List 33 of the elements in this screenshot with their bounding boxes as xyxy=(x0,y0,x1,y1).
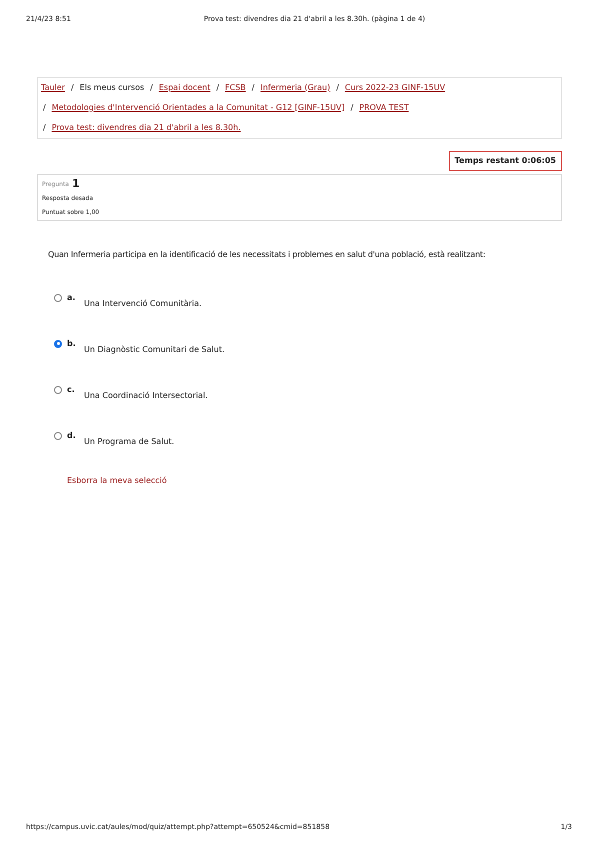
breadcrumb-link[interactable]: Tauler xyxy=(41,82,65,94)
breadcrumb-separator: / xyxy=(335,82,340,94)
clear-selection-link[interactable]: Esborra la meva selecció xyxy=(67,474,167,486)
time-remaining: Temps restant 0:06:05 xyxy=(448,150,562,170)
option-letter: b. xyxy=(67,340,77,348)
breadcrumb-link[interactable]: PROVA TEST xyxy=(359,102,409,114)
breadcrumb-separator: / xyxy=(350,102,354,114)
option-letter: c. xyxy=(67,386,76,394)
breadcrumb-separator: / xyxy=(42,102,47,114)
radio-button[interactable] xyxy=(54,386,62,394)
breadcrumb-link[interactable]: Infermeria (Grau) xyxy=(260,82,330,94)
breadcrumb-link[interactable]: Metodologies d'Intervenció Orientades a la Comunitat - G12 [GINF-15UV] xyxy=(52,102,345,114)
breadcrumb-link[interactable]: Prova test: divendres dia 21 d'abril a les 8.30h. xyxy=(52,122,241,134)
breadcrumb-separator: / xyxy=(215,82,220,94)
option-text: Una Coordinació Intersectorial. xyxy=(84,390,208,402)
breadcrumb-separator: / xyxy=(250,82,256,94)
option-text: Un Diagnòstic Comunitari de Salut. xyxy=(84,344,224,356)
breadcrumb-link[interactable]: Espai docent xyxy=(158,82,210,94)
breadcrumb-link[interactable]: Curs 2022-23 GINF-15UV xyxy=(344,82,446,94)
option-letter: a. xyxy=(67,294,76,302)
breadcrumb-text: Els meus cursos xyxy=(80,82,144,94)
breadcrumb-link[interactable]: FCSB xyxy=(225,82,246,94)
radio-button[interactable] xyxy=(54,432,62,440)
radio-button[interactable] xyxy=(54,340,62,348)
option-letter: d. xyxy=(67,432,77,440)
breadcrumb-separator: / xyxy=(70,82,75,94)
breadcrumb-separator: / xyxy=(42,122,47,134)
option-text: Una Intervenció Comunitària. xyxy=(84,298,202,310)
question-text: Quan Infermeria participa en la identificació de les necessitats i problemes en salut d'una població, està realitzant: xyxy=(48,248,486,260)
radio-button[interactable] xyxy=(54,294,62,302)
option-text: Un Programa de Salut. xyxy=(84,436,174,448)
breadcrumb-separator: / xyxy=(149,82,154,94)
question-number: 1 xyxy=(72,178,80,188)
